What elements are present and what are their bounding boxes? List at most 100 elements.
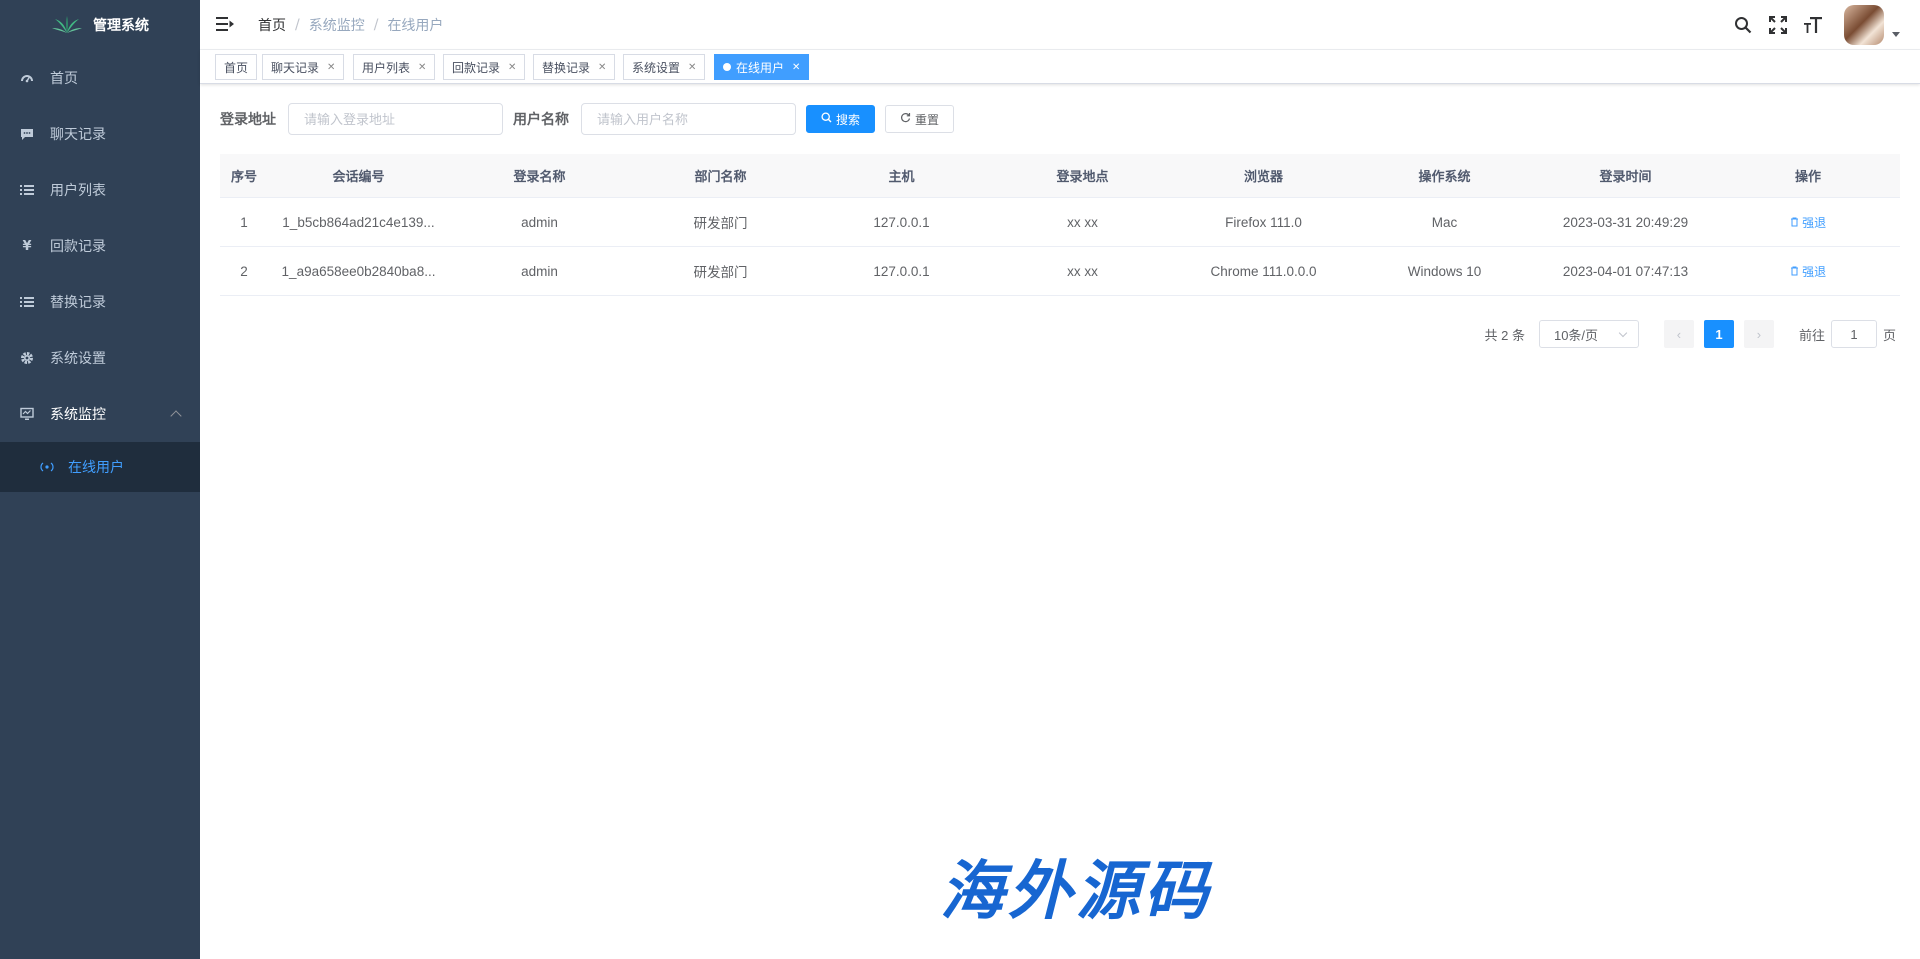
column-header: 会话编号 (332, 170, 385, 185)
navbar: 首页 / 系统监控 / 在线用户 (200, 0, 1920, 50)
pagination: 共 2 条 10条/页 ‹ 1 › 前往 页 (1485, 320, 1896, 348)
goto-page-input[interactable] (1830, 320, 1877, 348)
sidebar-item-payment-records[interactable]: ¥ 回款记录 (0, 218, 200, 274)
force-logout-link[interactable]: 强退 (1716, 263, 1900, 280)
column-header: 登录时间 (1599, 170, 1652, 185)
username-label: 用户名称 (513, 112, 569, 128)
tag-label: 替换记录 (542, 60, 591, 75)
page-number-button[interactable]: 1 (1703, 320, 1734, 348)
table-cell: Chrome 111.0.0.0 (1210, 263, 1317, 279)
monitor-icon (20, 407, 34, 421)
sidebar-item-chat-records[interactable]: 聊天记录 (0, 106, 200, 162)
close-icon[interactable]: ✕ (508, 62, 516, 73)
tag-home[interactable]: 首页 (215, 54, 258, 80)
table-cell: xx xx (1067, 263, 1098, 279)
table-cell: Firefox 111.0 (1225, 214, 1302, 230)
sidebar-item-label: 在线用户 (68, 460, 124, 476)
column-header: 部门名称 (694, 170, 747, 185)
sidebar: 管理系统 首页 聊天记录 用户列表 ¥ 回款记录 替换记录 系统设置 系统监控 … (0, 0, 200, 959)
list-icon (20, 295, 34, 309)
breadcrumb-item[interactable]: 首页 (258, 15, 286, 35)
font-size-icon[interactable] (1803, 15, 1823, 35)
sidebar-item-system-settings[interactable]: 系统设置 (0, 330, 200, 386)
column-header: 序号 (230, 170, 257, 185)
page-size-value: 10条/页 (1553, 327, 1599, 343)
tag-chat-records[interactable]: 聊天记录 ✕ (262, 54, 345, 80)
sidebar-item-replace-records[interactable]: 替换记录 (0, 274, 200, 330)
table-cell: 2 (240, 263, 248, 279)
login-address-label: 登录地址 (220, 112, 276, 128)
search-icon (821, 112, 832, 126)
login-address-input[interactable] (288, 103, 503, 135)
sidebar-item-label: 首页 (50, 71, 78, 87)
prev-page-button[interactable]: ‹ (1663, 320, 1694, 348)
table-cell: 127.0.0.1 (873, 214, 930, 230)
tag-online-users[interactable]: 在线用户 ✕ (714, 54, 810, 80)
tag-replace-records[interactable]: 替换记录 ✕ (533, 54, 616, 80)
table-cell: 127.0.0.1 (873, 263, 930, 279)
delete-icon (1790, 216, 1802, 230)
table-cell: 2023-03-31 20:49:29 (1562, 214, 1689, 230)
gear-icon (20, 351, 34, 365)
page-size-select[interactable]: 10条/页 (1538, 320, 1639, 348)
refresh-icon (900, 112, 911, 126)
sidebar-item-label: 聊天记录 (50, 127, 106, 143)
close-icon[interactable]: ✕ (327, 62, 335, 73)
breadcrumb: 首页 / 系统监控 / 在线用户 (258, 0, 443, 50)
avatar[interactable] (1844, 5, 1884, 45)
tags-view: 首页 聊天记录 ✕ 用户列表 ✕ 回款记录 ✕ 替换记录 ✕ 系统设置 ✕ 在线用户 ✕ (200, 50, 1920, 84)
username-input[interactable] (581, 103, 796, 135)
column-header: 操作系统 (1418, 170, 1471, 185)
next-page-button[interactable]: › (1743, 320, 1774, 348)
tag-label: 在线用户 (736, 60, 785, 75)
tag-label: 聊天记录 (271, 60, 320, 75)
close-icon[interactable]: ✕ (688, 62, 696, 73)
page-jumper: 前往 页 (1799, 320, 1896, 348)
sidebar-item-home[interactable]: 首页 (0, 50, 200, 106)
table-row: 2 1_a9a658ee0b2840ba8... admin 研发部门 127.… (220, 247, 1900, 296)
sidebar-item-label: 回款记录 (50, 239, 106, 255)
tag-payment-records[interactable]: 回款记录 ✕ (443, 54, 526, 80)
chevron-up-icon (170, 410, 182, 422)
tag-label: 用户列表 (362, 60, 411, 75)
sidebar-item-online-users[interactable]: 在线用户 (0, 442, 200, 492)
active-dot-icon (723, 63, 731, 71)
reset-button-label: 重置 (915, 112, 940, 127)
column-header: 登录地点 (1056, 170, 1109, 185)
hamburger-icon[interactable] (216, 16, 234, 32)
column-header: 主机 (888, 170, 915, 185)
tag-label: 系统设置 (632, 60, 681, 75)
table-cell: 2023-04-01 07:47:13 (1562, 263, 1689, 279)
online-users-table: 序号 会话编号 登录名称 部门名称 主机 登录地点 浏览器 操作系统 登录时间 … (220, 154, 1900, 296)
delete-icon (1790, 265, 1802, 279)
sidebar-item-user-list[interactable]: 用户列表 (0, 162, 200, 218)
list-icon (20, 183, 34, 197)
search-button[interactable]: 搜索 (806, 105, 876, 133)
goto-label: 前往 (1798, 327, 1825, 343)
message-icon (20, 127, 34, 141)
search-button-label: 搜索 (836, 112, 861, 127)
column-header: 操作 (1794, 170, 1821, 185)
tag-system-settings[interactable]: 系统设置 ✕ (623, 54, 706, 80)
breadcrumb-item: 在线用户 (387, 18, 444, 34)
tag-label: 首页 (224, 60, 249, 75)
table-cell: admin (521, 263, 558, 279)
reset-button[interactable]: 重置 (885, 105, 955, 133)
close-icon[interactable]: ✕ (598, 62, 606, 73)
force-logout-link[interactable]: 强退 (1716, 214, 1900, 231)
online-icon (40, 460, 54, 474)
tag-user-list[interactable]: 用户列表 ✕ (353, 54, 436, 80)
close-icon[interactable]: ✕ (792, 62, 800, 73)
logo[interactable]: 管理系统 (0, 0, 200, 50)
breadcrumb-separator: / (295, 17, 300, 33)
caret-down-icon[interactable] (1892, 31, 1900, 37)
close-icon[interactable]: ✕ (418, 62, 426, 73)
sidebar-item-label: 系统设置 (50, 351, 106, 367)
fullscreen-icon[interactable] (1768, 15, 1788, 35)
table-cell: Mac (1431, 214, 1458, 230)
search-icon[interactable] (1733, 15, 1753, 35)
sidebar-item-label: 用户列表 (50, 183, 106, 199)
chevron-down-icon (1618, 328, 1628, 338)
sidebar-item-system-monitor[interactable]: 系统监控 (0, 386, 200, 442)
main-content: 登录地址 用户名称 搜索 重置 序号 会话编号 登录名称 部门名称 主机 登录地… (200, 84, 1920, 959)
